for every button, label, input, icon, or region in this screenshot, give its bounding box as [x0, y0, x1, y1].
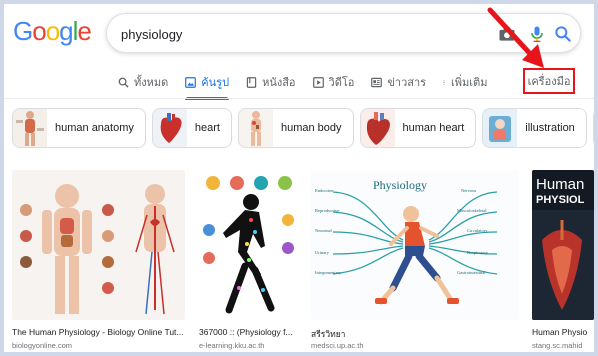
book-cover-art — [532, 210, 594, 320]
header-divider — [4, 98, 594, 99]
chip-thumbnail — [483, 109, 518, 147]
diagram-label: Integumentary — [315, 270, 342, 275]
chip-label: human anatomy — [55, 122, 134, 134]
diagram-label: Musculoskeletal — [457, 208, 487, 213]
logo-letter: e — [77, 16, 92, 46]
tab-books[interactable]: หนังสือ — [246, 70, 296, 94]
chip-more[interactable] — [592, 108, 594, 148]
chip-thumbnail — [13, 109, 47, 147]
chip-label: heart — [194, 122, 220, 134]
result-source: stang.sc.mahid — [532, 341, 583, 350]
tab-label: ค้นรูป — [201, 77, 230, 89]
result-title[interactable]: The Human Physiology - Biology Online Tu… — [12, 327, 185, 337]
logo-letter: o — [32, 16, 47, 46]
annotation-arrow — [487, 7, 544, 68]
result-title[interactable]: สรีรวิทยา — [311, 327, 519, 341]
search-icon — [118, 77, 129, 88]
logo-letter: o — [45, 16, 61, 46]
video-icon — [312, 76, 324, 88]
chip-thumbnail — [238, 109, 273, 147]
tab-label: หนังสือ — [262, 77, 296, 89]
tab-label: วิดีโอ — [328, 77, 355, 89]
search-input[interactable] — [121, 24, 481, 44]
tab-label: เพิ่มเติม — [451, 77, 488, 89]
chip-label: illustration — [525, 122, 575, 134]
chip-human-heart[interactable]: human heart — [359, 108, 477, 148]
diagram-heading: Physiology — [373, 178, 428, 192]
chip-human-body[interactable]: human body — [237, 108, 354, 148]
chip-thumbnail — [152, 109, 187, 147]
chip-thumbnail — [360, 109, 395, 147]
search-icon[interactable] — [553, 24, 573, 44]
image-icon — [185, 76, 197, 88]
diagram-label: Neuronal — [315, 228, 332, 233]
book-title-line1: Human — [536, 176, 585, 193]
chip-human-anatomy[interactable]: human anatomy — [12, 108, 146, 148]
book-icon — [246, 76, 257, 88]
diagram-label: Nervous — [461, 188, 477, 193]
logo-letter: G — [13, 16, 33, 46]
result-source: medsci.up.ac.th — [311, 341, 364, 350]
tab-more[interactable]: เพิ่มเติม — [443, 70, 487, 94]
diagram-label: Circulatory — [467, 228, 488, 233]
chip-label: human body — [280, 122, 342, 134]
diagram-label: Urinary — [315, 250, 329, 255]
result-image[interactable]: Physiology Endocrine Reproductive Neuron… — [311, 170, 519, 320]
tab-label: ทั้งหมด — [134, 77, 169, 89]
related-chips: human anatomy heart human body human hea… — [12, 108, 594, 150]
tab-videos[interactable]: วิดีโอ — [312, 70, 355, 94]
book-title-line2: PHYSIOL — [536, 194, 585, 206]
result-source: biologyonline.com — [12, 341, 73, 350]
tools-button[interactable]: เครื่องมือ — [523, 68, 575, 94]
chip-label: human heart — [402, 122, 465, 134]
google-logo[interactable]: Google — [13, 16, 92, 47]
search-tabs: ทั้งหมด ค้นรูป หนังสือ วิดีโอ ข่าวสาร เพ… — [118, 70, 504, 100]
tab-images[interactable]: ค้นรูป — [185, 70, 230, 100]
diagram-label: Endocrine — [315, 188, 334, 193]
browser-page: Google ทั้งหมด ค้นรูป — [4, 4, 594, 352]
chip-illustration[interactable]: illustration — [482, 108, 587, 148]
tab-label: ข่าวสาร — [387, 77, 427, 89]
result-title[interactable]: Human Physio — [532, 327, 594, 337]
chip-heart[interactable]: heart — [151, 108, 232, 148]
result-title[interactable]: 367000 :: (Physiology f... — [199, 327, 298, 337]
result-image[interactable]: Human PHYSIOL — [532, 170, 594, 320]
logo-letter: g — [59, 16, 74, 46]
diagram-label: Reproductive — [315, 208, 340, 213]
diagram-label: Gastrointestinal — [457, 270, 486, 275]
result-image[interactable] — [12, 170, 185, 320]
tab-news[interactable]: ข่าวสาร — [371, 70, 426, 94]
more-icon — [443, 79, 445, 85]
tab-all[interactable]: ทั้งหมด — [118, 70, 168, 94]
news-icon — [371, 77, 383, 87]
diagram-label: Respiratory — [467, 250, 488, 255]
result-image[interactable] — [199, 170, 298, 320]
result-source: e-learning.kku.ac.th — [199, 341, 265, 350]
tools-label: เครื่องมือ — [527, 76, 571, 88]
